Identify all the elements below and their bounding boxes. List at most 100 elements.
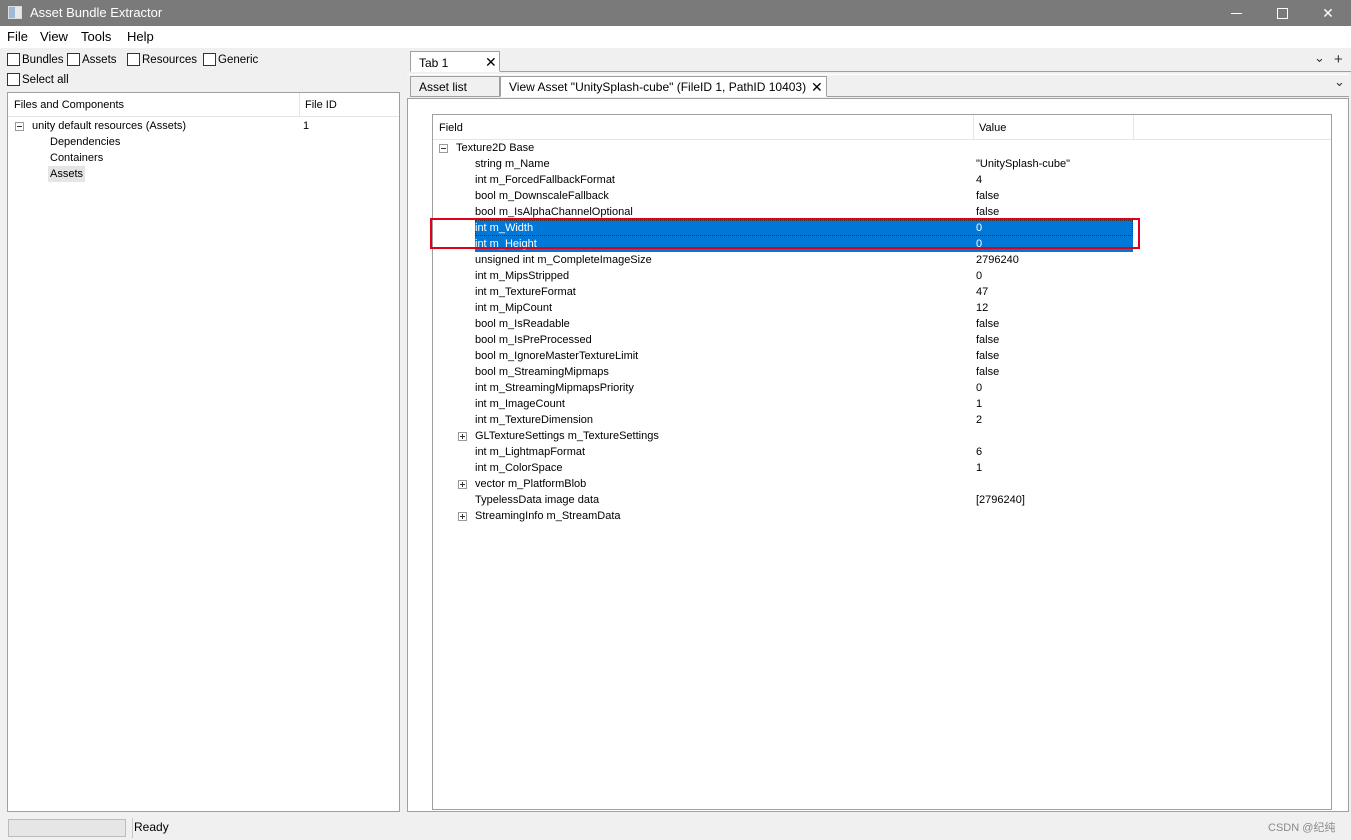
tab-asset-list[interactable]: Asset list <box>410 76 500 97</box>
field-name: int m_MipsStripped <box>475 270 570 282</box>
field-root-row[interactable]: Texture2D Base <box>433 140 1331 156</box>
add-tab-icon[interactable]: + <box>1334 51 1343 68</box>
field-row[interactable]: bool m_StreamingMipmaps false <box>433 364 1331 380</box>
right-pane: Tab 1 ✕ ⌄ + Asset list View Asset "Unity… <box>405 48 1351 814</box>
field-value: 0 <box>976 382 983 394</box>
tree-root-file-id: 1 <box>303 120 310 132</box>
collapse-icon[interactable] <box>439 144 448 153</box>
field-row[interactable]: bool m_DownscaleFallback false <box>433 188 1331 204</box>
tab-view-asset[interactable]: View Asset "UnitySplash-cube" (FileID 1,… <box>500 76 827 97</box>
field-value: 12 <box>976 302 989 314</box>
field-name: int m_ImageCount <box>475 398 565 410</box>
field-row[interactable]: int m_MipCount 12 <box>433 300 1331 316</box>
checkbox-box[interactable] <box>67 53 80 66</box>
menu-file[interactable]: File <box>7 29 28 44</box>
column-divider[interactable] <box>299 93 300 117</box>
field-row[interactable]: int m_MipsStripped 0 <box>433 268 1331 284</box>
close-tab-icon[interactable]: ✕ <box>485 54 497 71</box>
close-tab-icon[interactable]: ✕ <box>811 79 823 96</box>
tree-item-dependencies[interactable]: Dependencies <box>50 134 120 150</box>
progress-bar <box>8 819 126 837</box>
field-value: false <box>976 366 1000 378</box>
select-all-checkbox[interactable]: Select all <box>7 73 69 86</box>
tree-root-row[interactable]: unity default resources (Assets) 1 <box>13 118 393 134</box>
checkbox-box[interactable] <box>203 53 216 66</box>
field-root-label: Texture2D Base <box>456 142 535 154</box>
column-header-files[interactable]: Files and Components <box>14 99 124 111</box>
filter-generic-checkbox[interactable]: Generic <box>203 53 258 66</box>
maximize-button[interactable] <box>1259 0 1305 26</box>
field-value: 6 <box>976 446 983 458</box>
tree-item-containers[interactable]: Containers <box>50 150 103 166</box>
field-name: int m_ColorSpace <box>475 462 563 474</box>
status-bar: Ready CSDN @纪纯 <box>0 815 1351 840</box>
tab-1[interactable]: Tab 1 ✕ <box>410 51 500 72</box>
filter-resources-checkbox[interactable]: Resources <box>127 53 197 66</box>
field-row[interactable]: bool m_IsPreProcessed false <box>433 332 1331 348</box>
close-button[interactable]: ✕ <box>1305 0 1351 26</box>
menu-help[interactable]: Help <box>127 29 154 44</box>
field-value: 2 <box>976 414 983 426</box>
files-components-tree[interactable]: Files and Components File ID unity defau… <box>7 92 400 812</box>
field-name: int m_ForcedFallbackFormat <box>475 174 615 186</box>
field-row[interactable]: StreamingInfo m_StreamData <box>433 508 1331 524</box>
field-row[interactable]: string m_Name "UnitySplash-cube" <box>433 156 1331 172</box>
field-row[interactable]: int m_ImageCount 1 <box>433 396 1331 412</box>
field-row[interactable]: bool m_IsReadable false <box>433 316 1331 332</box>
tab-strip-line <box>827 96 1349 97</box>
field-name: bool m_IgnoreMasterTextureLimit <box>475 350 639 362</box>
menu-tools[interactable]: Tools <box>81 29 111 44</box>
field-value: 2796240 <box>976 254 1019 266</box>
window-title: Asset Bundle Extractor <box>30 5 163 20</box>
field-row[interactable]: bool m_IgnoreMasterTextureLimit false <box>433 348 1331 364</box>
column-divider[interactable] <box>1133 115 1134 140</box>
field-name: bool m_DownscaleFallback <box>475 190 609 202</box>
field-row[interactable]: int m_ForcedFallbackFormat 4 <box>433 172 1331 188</box>
field-name: GLTextureSettings m_TextureSettings <box>475 430 659 442</box>
field-tree-header: Field Value <box>433 115 1331 140</box>
filter-bundles-checkbox[interactable]: Bundles <box>7 53 64 66</box>
expand-icon[interactable] <box>458 432 467 441</box>
field-value: false <box>976 318 1000 330</box>
field-row[interactable]: vector m_PlatformBlob <box>433 476 1331 492</box>
tree-root-label: unity default resources (Assets) <box>32 120 187 132</box>
field-name: TypelessData image data <box>475 494 600 506</box>
field-row[interactable]: int m_LightmapFormat 6 <box>433 444 1331 460</box>
inner-tab-dropdown-icon[interactable]: ⌄ <box>1334 74 1345 90</box>
checkbox-box[interactable] <box>7 53 20 66</box>
minimize-button[interactable] <box>1213 0 1259 26</box>
field-row[interactable]: int m_TextureDimension 2 <box>433 412 1331 428</box>
tree-item-assets[interactable]: Assets <box>48 166 86 182</box>
field-name: int m_TextureDimension <box>475 414 593 426</box>
tab-strip-line <box>500 71 1351 72</box>
field-row[interactable]: int m_ColorSpace 1 <box>433 460 1331 476</box>
checkbox-box[interactable] <box>127 53 140 66</box>
field-row[interactable]: GLTextureSettings m_TextureSettings <box>433 428 1331 444</box>
field-name: int m_StreamingMipmapsPriority <box>475 382 634 394</box>
field-row[interactable]: int m_TextureFormat 47 <box>433 284 1331 300</box>
field-name: string m_Name <box>475 158 550 170</box>
menu-view[interactable]: View <box>40 29 68 44</box>
field-row[interactable]: int m_StreamingMipmapsPriority 0 <box>433 380 1331 396</box>
field-value: 1 <box>976 462 983 474</box>
outer-tab-strip: Tab 1 ✕ ⌄ + <box>405 48 1351 72</box>
close-icon: ✕ <box>1322 4 1334 21</box>
checkbox-box[interactable] <box>7 73 20 86</box>
field-value: 1 <box>976 398 983 410</box>
tab-dropdown-icon[interactable]: ⌄ <box>1314 50 1325 66</box>
field-value: 47 <box>976 286 989 298</box>
column-header-file-id[interactable]: File ID <box>305 99 337 111</box>
collapse-icon[interactable] <box>15 122 24 131</box>
field-value: false <box>976 190 1000 202</box>
field-row[interactable]: TypelessData image data [2796240] <box>433 492 1331 508</box>
maximize-icon <box>1276 7 1288 19</box>
field-name: int m_MipCount <box>475 302 553 314</box>
column-divider[interactable] <box>973 115 974 140</box>
expand-icon[interactable] <box>458 480 467 489</box>
expand-icon[interactable] <box>458 512 467 521</box>
field-row[interactable]: unsigned int m_CompleteImageSize 2796240 <box>433 252 1331 268</box>
filter-assets-checkbox[interactable]: Assets <box>67 53 117 66</box>
highlight-box <box>430 218 1140 249</box>
column-header-value[interactable]: Value <box>979 122 1006 134</box>
column-header-field[interactable]: Field <box>439 122 463 134</box>
